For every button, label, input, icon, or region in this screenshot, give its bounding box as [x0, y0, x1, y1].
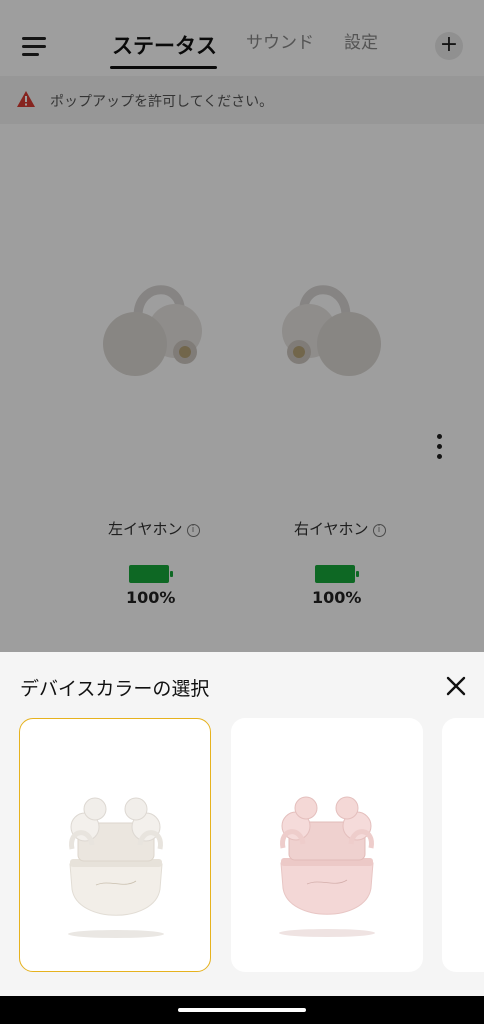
home-indicator[interactable]	[178, 1008, 306, 1012]
color-option-pink[interactable]	[231, 718, 423, 972]
modal-backdrop[interactable]	[0, 0, 484, 652]
sheet-title: デバイスカラーの選択	[20, 678, 210, 700]
color-option-white[interactable]	[19, 718, 211, 972]
color-option-partial[interactable]	[442, 718, 484, 972]
pink-case-image	[279, 796, 375, 937]
color-selection-sheet: デバイスカラーの選択	[0, 652, 484, 996]
white-case-image	[68, 797, 164, 938]
close-icon[interactable]	[444, 674, 468, 698]
app-screen: ステータス サウンド 設定 + ポップアップを許可してください。 左イヤホン i …	[0, 0, 484, 1024]
